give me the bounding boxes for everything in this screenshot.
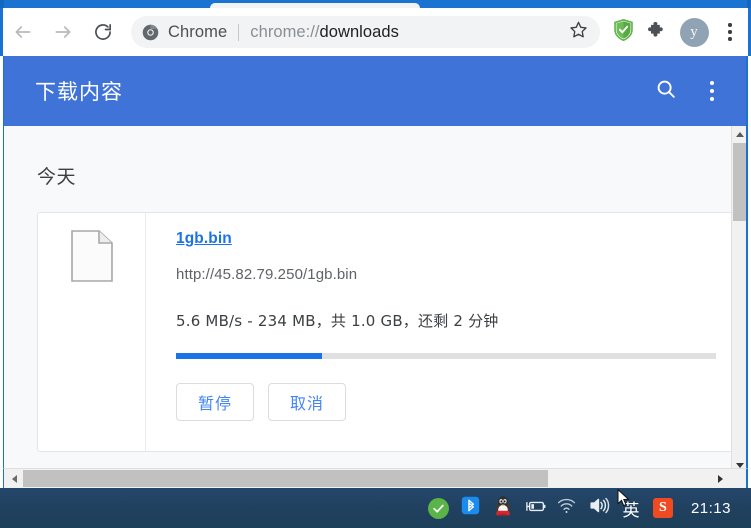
document-file-icon	[71, 230, 113, 287]
system-tray: 英 S 21:13	[423, 492, 751, 524]
menu-dot	[710, 97, 714, 101]
window-edge-left	[0, 0, 4, 8]
puzzle-piece-icon	[647, 20, 667, 45]
url-host: downloads	[320, 23, 399, 41]
shield-check-icon	[613, 19, 634, 46]
vertical-scrollbar-thumb[interactable]	[733, 143, 746, 221]
profile-avatar-button[interactable]: y	[674, 12, 714, 52]
search-icon	[655, 78, 677, 105]
adblock-shield-button[interactable]	[606, 12, 640, 52]
download-progress-bar	[176, 353, 716, 359]
downloads-list-area: 今天 1gb.bin http://45.82.79.250/1gb.bin 5…	[4, 126, 732, 473]
scroll-right-button[interactable]	[712, 469, 728, 488]
window-edge-right	[747, 0, 751, 8]
cancel-button[interactable]: 取消	[268, 383, 346, 421]
wifi-icon	[556, 497, 577, 520]
back-button[interactable]	[3, 12, 43, 52]
browser-menu-button[interactable]	[714, 12, 746, 52]
extensions-button[interactable]	[640, 12, 674, 52]
system-taskbar: 英 S 21:13	[0, 488, 751, 528]
downloads-header-bar: 下载内容	[4, 56, 747, 126]
download-details: 1gb.bin http://45.82.79.250/1gb.bin 5.6 …	[146, 213, 732, 451]
download-action-buttons: 暂停 取消	[176, 383, 732, 421]
pause-button[interactable]: 暂停	[176, 383, 254, 421]
menu-dot	[728, 30, 731, 33]
reload-button[interactable]	[83, 12, 123, 52]
tray-bluetooth[interactable]	[455, 492, 487, 524]
battery-charging-icon	[523, 498, 546, 519]
download-item-card[interactable]: 1gb.bin http://45.82.79.250/1gb.bin 5.6 …	[37, 212, 732, 452]
download-filename-link[interactable]: 1gb.bin	[176, 230, 232, 248]
page-title: 下载内容	[35, 76, 123, 106]
tray-volume[interactable]	[583, 492, 615, 524]
browser-tab-strip	[0, 0, 751, 8]
browser-toolbar: Chrome chrome://downloads	[0, 8, 751, 56]
scroll-up-button[interactable]	[732, 126, 747, 142]
horizontal-scrollbar-thumb[interactable]	[23, 470, 548, 487]
omnibox-chrome-label: Chrome	[168, 23, 227, 42]
horizontal-scrollbar[interactable]	[3, 468, 748, 488]
menu-dot	[710, 89, 714, 93]
avatar: y	[680, 18, 709, 47]
file-icon-column	[38, 213, 146, 451]
three-dots-vertical-icon	[710, 81, 714, 85]
tray-qq[interactable]	[487, 492, 519, 524]
arrow-right-icon	[53, 22, 73, 42]
caret-up-icon	[736, 132, 744, 137]
arrow-left-icon	[13, 22, 33, 42]
tray-wifi[interactable]	[551, 492, 583, 524]
download-status-text: 5.6 MB/s - 234 MB，共 1.0 GB，还剩 2 分钟	[176, 310, 732, 331]
download-progress-fill	[176, 353, 322, 359]
bookmark-star-button[interactable]	[569, 20, 588, 44]
qq-penguin-icon	[493, 495, 513, 522]
scrollbar-corner	[729, 469, 746, 488]
sogou-input-icon: S	[653, 498, 673, 518]
tray-battery[interactable]	[519, 492, 551, 524]
omnibox-url[interactable]: chrome://downloads	[250, 23, 563, 42]
menu-dot	[728, 37, 731, 40]
chrome-logo-icon	[142, 24, 159, 41]
three-dots-vertical-icon	[728, 23, 731, 26]
downloads-page: 下载内容 今天	[3, 56, 748, 488]
vertical-scrollbar[interactable]	[731, 126, 746, 473]
header-actions	[643, 68, 747, 114]
caret-right-icon	[718, 475, 723, 483]
date-group-heading: 今天	[37, 162, 76, 189]
search-downloads-button[interactable]	[643, 68, 689, 114]
forward-button[interactable]	[43, 12, 83, 52]
url-scheme: chrome://	[250, 23, 319, 41]
download-source-url: http://45.82.79.250/1gb.bin	[176, 266, 732, 283]
caret-left-icon	[12, 475, 17, 483]
tray-security-check[interactable]	[423, 492, 455, 524]
address-bar[interactable]: Chrome chrome://downloads	[131, 16, 600, 48]
mouse-cursor-icon	[617, 489, 630, 512]
taskbar-clock[interactable]: 21:13	[679, 500, 745, 517]
omnibox-separator	[238, 24, 239, 41]
bluetooth-icon	[461, 496, 480, 520]
volume-icon	[588, 496, 610, 520]
caret-down-icon	[736, 463, 744, 468]
downloads-menu-button[interactable]	[689, 68, 735, 114]
scroll-left-button[interactable]	[6, 469, 22, 488]
security-check-icon	[428, 498, 449, 519]
tray-sogou-input[interactable]: S	[647, 492, 679, 524]
reload-icon	[93, 22, 113, 42]
star-icon	[569, 20, 588, 44]
